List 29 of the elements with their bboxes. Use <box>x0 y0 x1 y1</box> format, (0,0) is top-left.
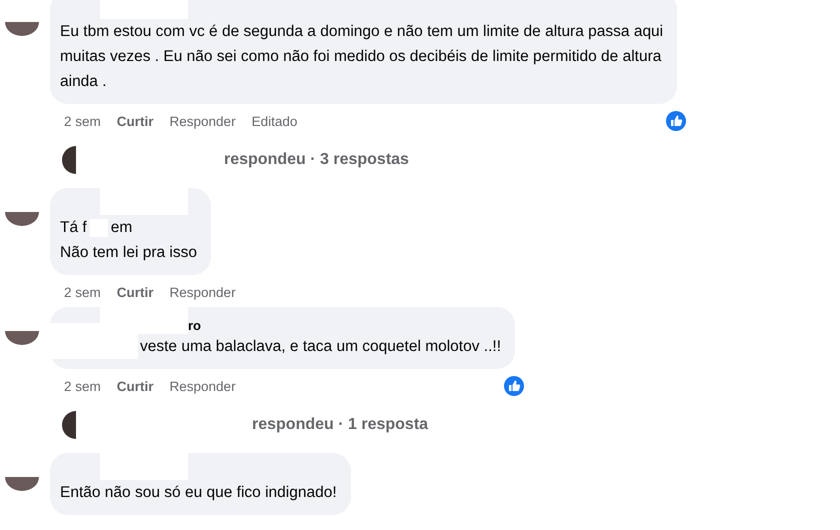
like-link[interactable]: Curtir <box>116 284 154 300</box>
comment-text: ainda . <box>60 72 107 92</box>
comment-text: Tá f <box>60 218 87 238</box>
timestamp[interactable]: 2 sem <box>64 114 101 128</box>
like-link[interactable]: Curtir <box>116 114 154 128</box>
author-name[interactable]: ro <box>188 318 201 334</box>
like-link[interactable]: Curtir <box>116 378 154 394</box>
avatar <box>62 411 76 439</box>
like-reaction-icon[interactable] <box>665 110 688 132</box>
view-replies-link[interactable]: respondeu · 1 resposta <box>76 416 428 434</box>
edited-label: Editado <box>252 114 298 128</box>
comment-text: Não tem lei pra isso <box>60 243 197 263</box>
comment-text: em <box>110 218 132 238</box>
avatar[interactable] <box>5 331 39 345</box>
reply-link[interactable]: Responder <box>170 378 236 394</box>
like-reaction-icon[interactable] <box>503 375 525 397</box>
avatar <box>62 146 76 174</box>
avatar[interactable] <box>5 212 39 226</box>
reply-link[interactable]: Responder <box>170 284 236 300</box>
comment-text: Eu tbm estou com vc é de segunda a domingo e não tem um limite de altura passa aqui <box>60 22 664 42</box>
avatar[interactable] <box>5 477 39 491</box>
timestamp[interactable]: 2 sem <box>64 378 101 394</box>
comment-text: veste uma balaclava, e taca um coquetel molotov ..!! <box>140 337 501 357</box>
avatar[interactable] <box>5 22 39 36</box>
timestamp[interactable]: 2 sem <box>64 284 101 300</box>
view-replies-link[interactable]: respondeu · 3 respostas <box>76 151 409 169</box>
comment-text: Então não sou só eu que fico indignado! <box>60 483 337 503</box>
reply-link[interactable]: Responder <box>170 114 236 128</box>
comment-text: muitas vezes . Eu não sei como não foi medido os decibéis de limite permitido de altura <box>60 47 662 67</box>
